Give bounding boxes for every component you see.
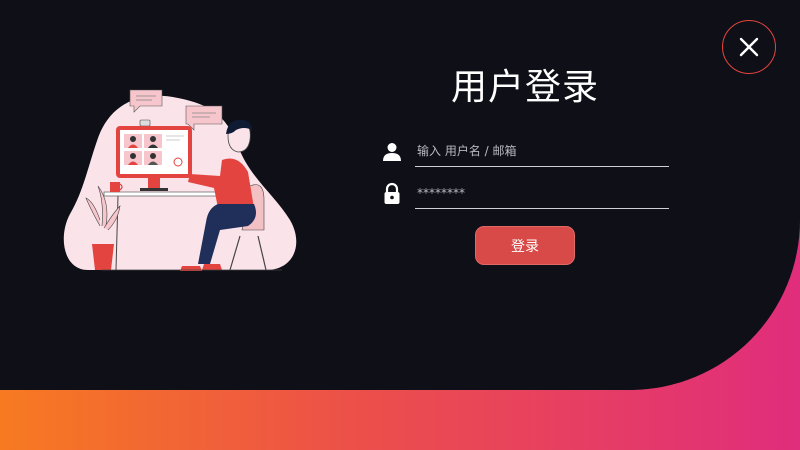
video-call-illustration (63, 89, 297, 271)
lock-icon (384, 182, 400, 204)
login-button[interactable]: 登录 (475, 226, 575, 265)
user-icon (383, 143, 401, 161)
password-field (380, 178, 669, 210)
password-input[interactable] (415, 178, 669, 209)
username-input[interactable] (415, 136, 669, 167)
page-title: 用户登录 (450, 67, 599, 108)
close-icon (739, 37, 759, 57)
username-field (380, 136, 669, 168)
close-button[interactable] (722, 20, 776, 74)
